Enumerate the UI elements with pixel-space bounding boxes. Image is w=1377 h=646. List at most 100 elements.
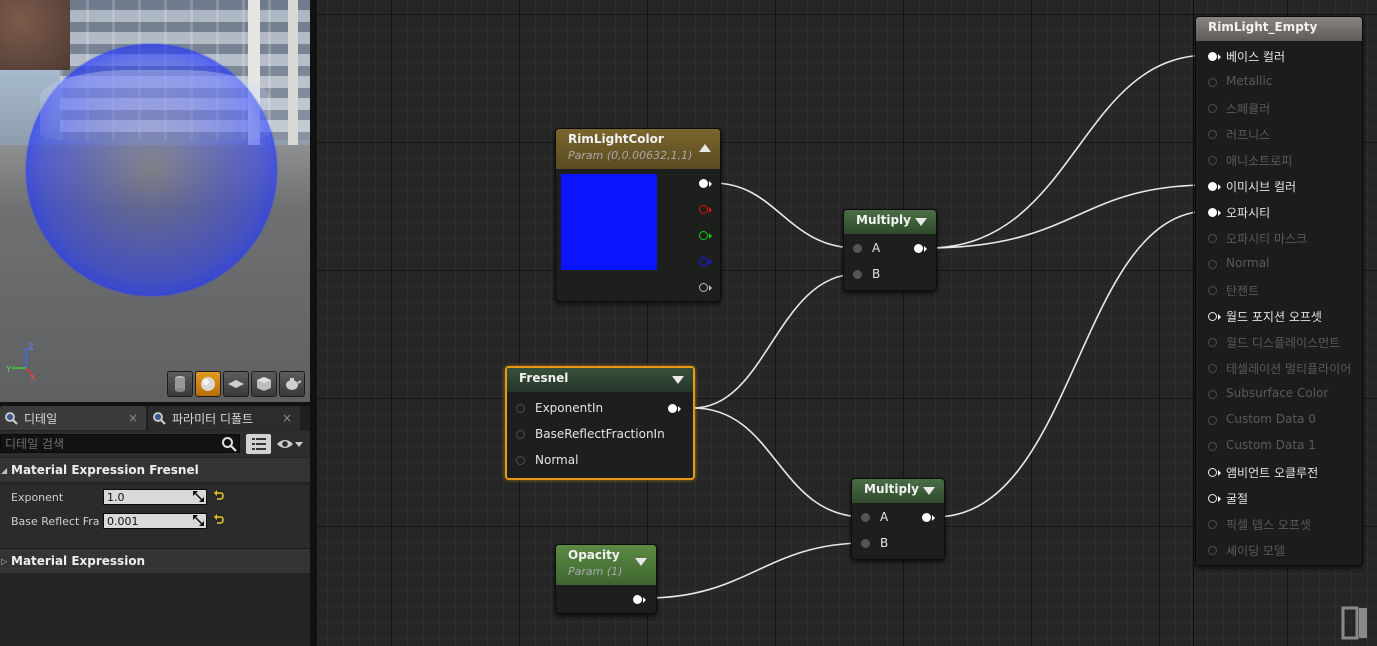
material-graph-canvas[interactable]: RimLightColor Param (0,0.00632,1,1) Mult…	[317, 0, 1377, 646]
output-pin[interactable]	[633, 595, 642, 604]
input-pin[interactable]	[1208, 234, 1217, 243]
sphere-preview-button[interactable]	[195, 371, 221, 397]
list-view-button[interactable]	[246, 434, 271, 454]
input-pin[interactable]	[1208, 390, 1217, 399]
reset-to-default-icon[interactable]	[214, 490, 224, 502]
input-pin[interactable]	[1208, 130, 1217, 139]
input-pin[interactable]	[1208, 494, 1217, 503]
input-pin[interactable]	[1208, 104, 1217, 113]
panel-toggle-icon[interactable]	[1341, 606, 1367, 640]
input-pin[interactable]	[1208, 286, 1217, 295]
output-pin-b[interactable]	[699, 257, 708, 266]
pin-arrow-icon	[1218, 470, 1221, 476]
wire-rimcolor-to-multiply1-a	[712, 182, 858, 249]
output-pin[interactable]	[668, 404, 677, 413]
cylinder-preview-button[interactable]	[167, 371, 193, 397]
output-pin-g[interactable]	[699, 231, 708, 240]
output-pin-r[interactable]	[699, 205, 708, 214]
collapse-arrow-icon[interactable]	[923, 487, 935, 495]
input-pin-a[interactable]	[853, 244, 862, 253]
output-pin-a[interactable]	[699, 283, 708, 292]
node-opacity-param[interactable]: Opacity Param (1)	[555, 544, 657, 614]
input-pin[interactable]	[1208, 260, 1217, 269]
node-title: RimLightColor	[568, 132, 664, 146]
pin-arrow-icon	[709, 285, 712, 291]
input-pin[interactable]	[1208, 156, 1217, 165]
drag-arrows-icon[interactable]	[193, 491, 204, 502]
collapse-arrow-icon[interactable]	[672, 376, 684, 384]
input-pin[interactable]	[1208, 416, 1217, 425]
input-pin-exponent[interactable]	[516, 404, 525, 413]
input-pin[interactable]	[1208, 338, 1217, 347]
node-header[interactable]: Opacity Param (1)	[556, 545, 656, 585]
visibility-filter-button[interactable]	[276, 435, 308, 453]
preview-shape-toolbar	[167, 371, 305, 397]
node-title: RimLight_Empty	[1208, 20, 1318, 34]
node-header[interactable]: Multiply	[852, 479, 944, 503]
exponent-field[interactable]	[103, 489, 207, 505]
drag-arrows-icon[interactable]	[193, 515, 204, 526]
input-pin[interactable]	[1208, 546, 1217, 555]
section-material-expression[interactable]: ▷ Material Expression	[0, 548, 310, 573]
details-search-input[interactable]	[0, 434, 240, 453]
input-pin[interactable]	[1208, 182, 1217, 191]
input-pin[interactable]	[1208, 364, 1217, 373]
input-pin-normal[interactable]	[516, 456, 525, 465]
collapse-arrow-icon[interactable]	[635, 558, 647, 566]
plane-preview-button[interactable]	[223, 371, 249, 397]
node-header[interactable]: RimLight_Empty	[1196, 17, 1362, 41]
tab-details[interactable]: 디테일 ×	[0, 406, 146, 430]
node-header[interactable]: RimLightColor Param (0,0.00632,1,1)	[556, 129, 720, 169]
property-row-base-reflect-fraction: Base Reflect Frac	[0, 509, 310, 533]
input-pin[interactable]	[1208, 78, 1217, 87]
input-pin-a[interactable]	[861, 513, 870, 522]
cube-preview-button[interactable]	[251, 371, 277, 397]
sphere-icon	[201, 377, 215, 391]
node-rim-light-color[interactable]: RimLightColor Param (0,0.00632,1,1)	[555, 128, 721, 302]
node-header[interactable]: Fresnel	[507, 368, 693, 392]
chevron-down-icon	[295, 442, 303, 447]
input-pin[interactable]	[1208, 52, 1217, 61]
search-icon[interactable]	[221, 436, 237, 452]
input-pin-b[interactable]	[861, 539, 870, 548]
node-title: Opacity	[568, 548, 620, 562]
pin-label: 앰비언트 오클루전	[1226, 466, 1319, 480]
input-pin[interactable]	[1208, 312, 1217, 321]
node-fresnel[interactable]: Fresnel ExponentIn BaseReflectFractionIn…	[505, 366, 695, 480]
pin-arrow-icon	[1218, 54, 1221, 60]
close-icon[interactable]: ×	[128, 411, 138, 425]
pin-label-base-reflect: BaseReflectFractionIn	[535, 427, 665, 441]
tab-parameter-defaults[interactable]: 파라미터 디폴트 ×	[148, 406, 300, 430]
output-pin-rgba[interactable]	[699, 179, 708, 188]
collapse-arrow-icon[interactable]	[699, 144, 711, 152]
collapse-arrow-icon[interactable]	[915, 218, 927, 226]
node-multiply[interactable]: Multiply A B	[843, 209, 937, 291]
input-pin-base-reflect[interactable]	[516, 430, 525, 439]
input-pin[interactable]	[1208, 520, 1217, 529]
pin-label-normal: Normal	[535, 453, 579, 467]
pin-label: 오파시티	[1226, 206, 1271, 220]
preview-viewport[interactable]: Z Y X	[0, 0, 310, 402]
node-material-result[interactable]: RimLight_Empty 베이스 컬러 Metallic 스페큘러 러프니스 애니소…	[1195, 16, 1363, 566]
close-icon[interactable]: ×	[282, 411, 292, 425]
node-multiply[interactable]: Multiply A B	[851, 478, 945, 560]
base-reflect-fraction-field[interactable]	[103, 513, 207, 529]
property-label: Base Reflect Frac	[11, 514, 99, 528]
list-icon	[251, 438, 266, 450]
input-pin[interactable]	[1208, 208, 1217, 217]
panel-splitter[interactable]	[310, 0, 317, 646]
caret-right-icon: ▷	[1, 556, 8, 566]
node-header[interactable]: Multiply	[844, 210, 936, 234]
custom-mesh-preview-button[interactable]	[279, 371, 305, 397]
input-pin-b[interactable]	[853, 270, 862, 279]
section-material-expression-fresnel[interactable]: ◢ Material Expression Fresnel	[0, 458, 310, 482]
reset-to-default-icon[interactable]	[214, 514, 224, 526]
output-pin[interactable]	[922, 513, 931, 522]
node-title: Fresnel	[519, 371, 569, 385]
input-pin[interactable]	[1208, 468, 1217, 477]
output-pin[interactable]	[914, 244, 923, 253]
pin-arrow-icon	[1218, 496, 1221, 502]
input-pin[interactable]	[1208, 442, 1217, 451]
magnifier-icon	[153, 412, 166, 425]
cylinder-icon	[175, 376, 185, 392]
